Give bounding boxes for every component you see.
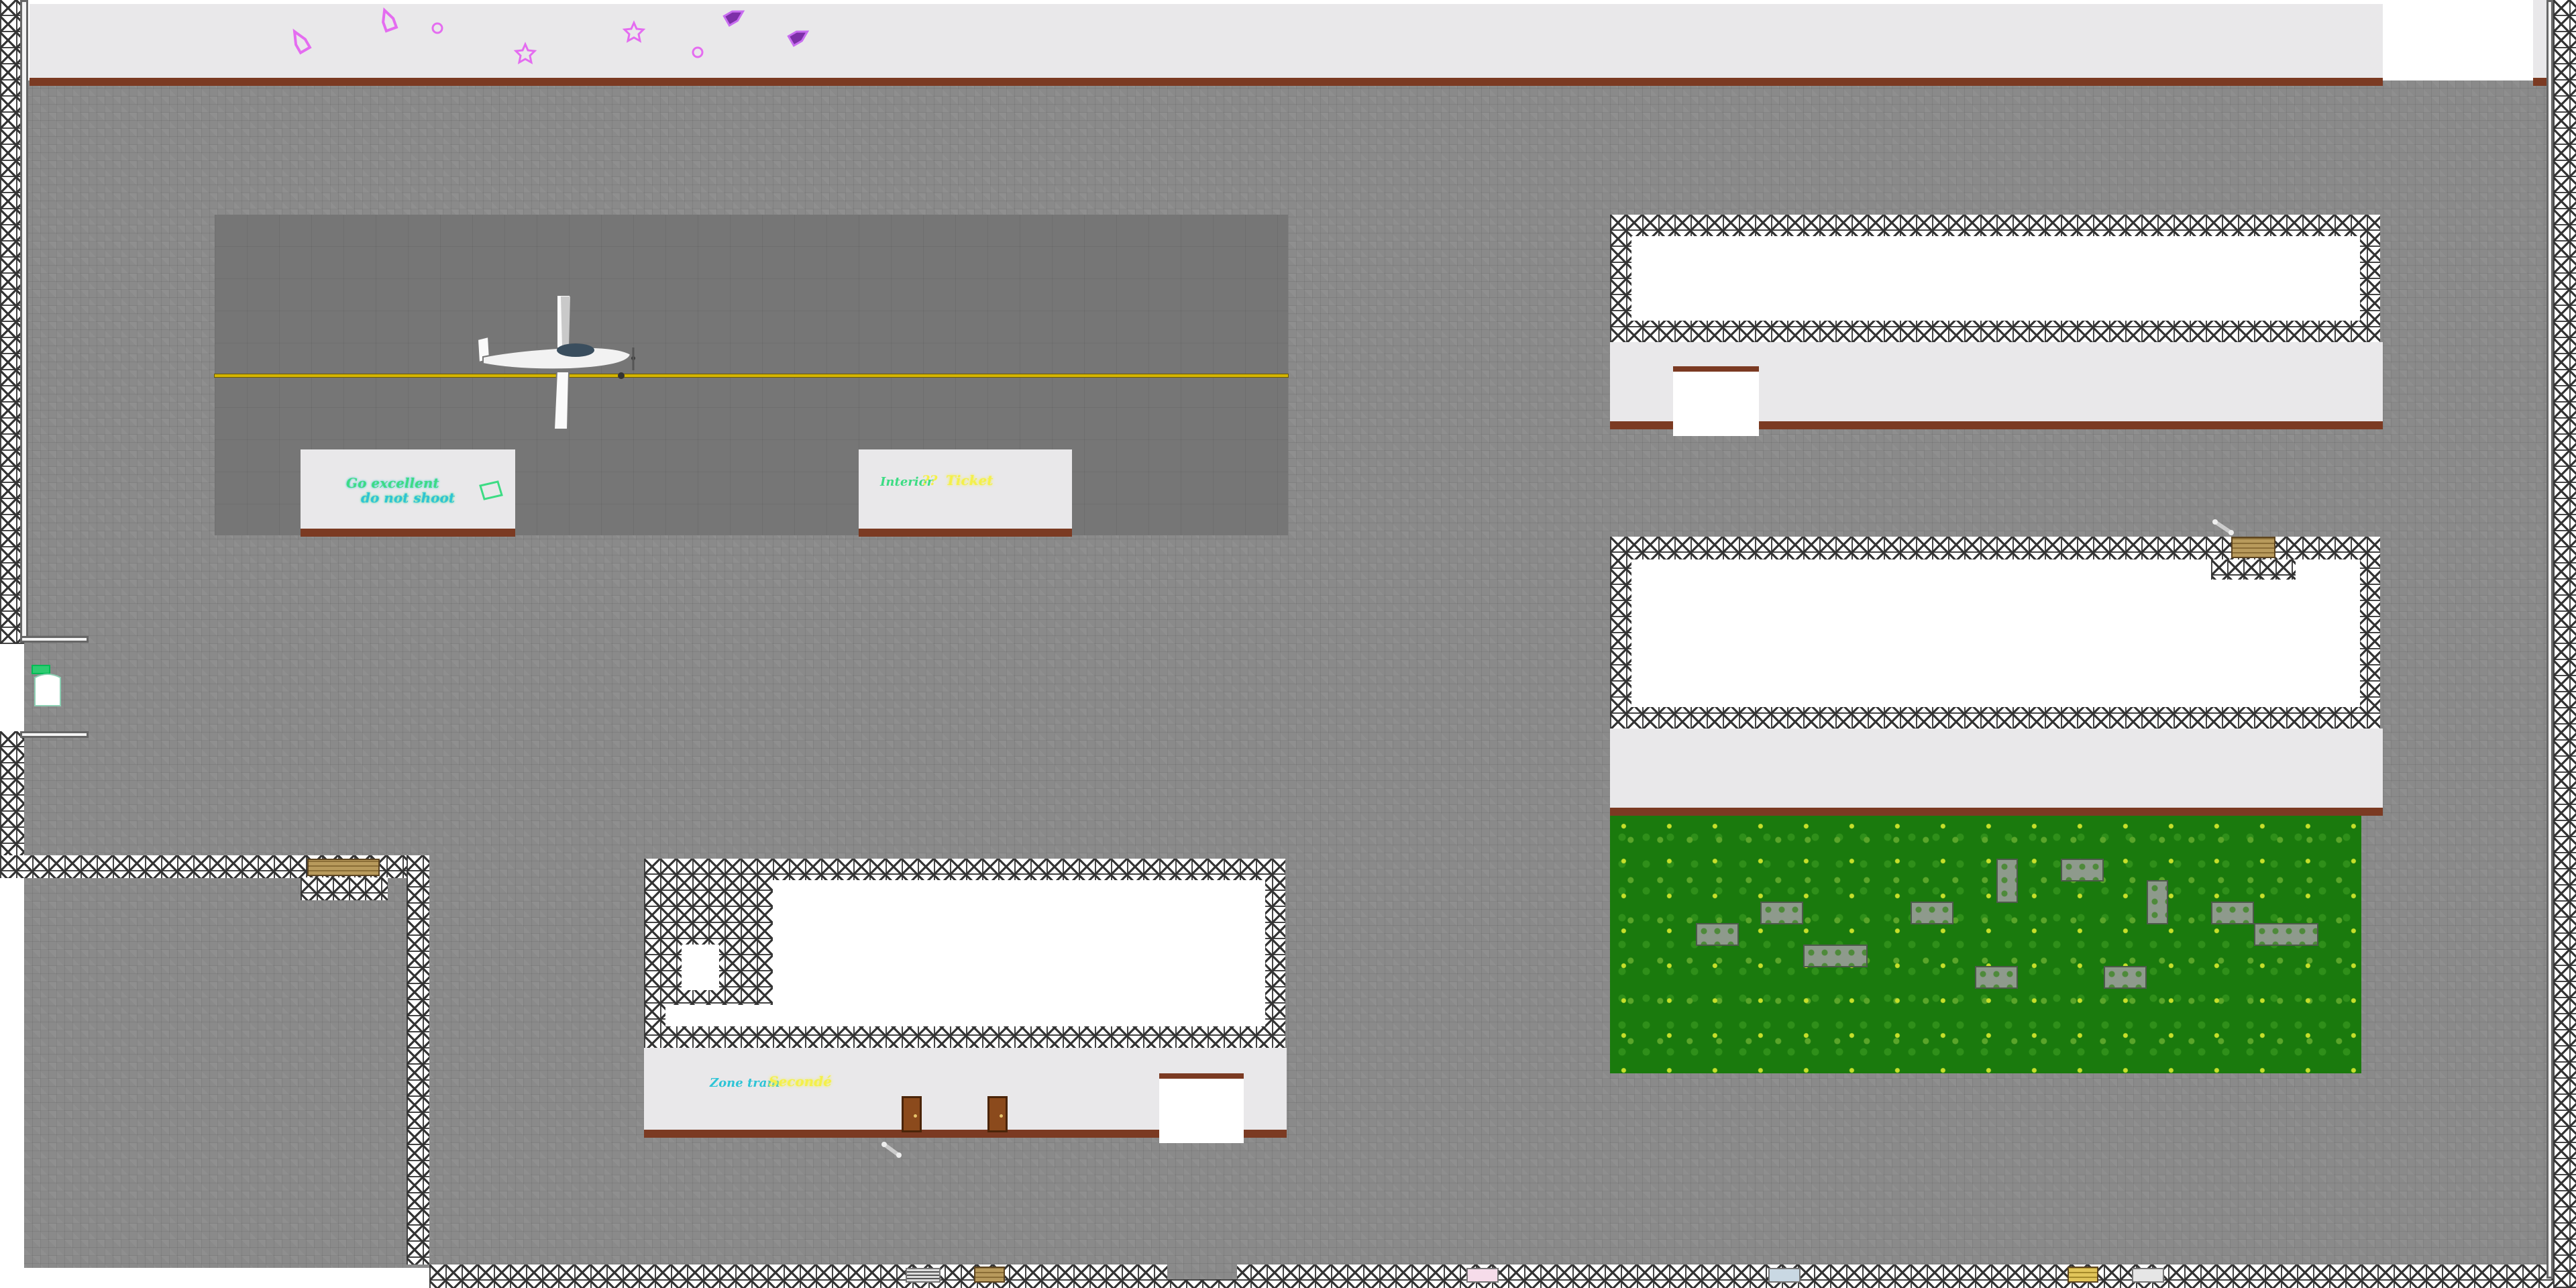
building-mid-right-interior (1631, 559, 2360, 707)
outer-wall-bottom (429, 1265, 2576, 1288)
outer-wall-ledge-step (301, 877, 388, 900)
outer-wall-inner-column (407, 855, 429, 1265)
garden-planter (1911, 902, 1953, 924)
sign-bottom-highlight: Secondé (769, 1073, 832, 1089)
collectibles-top[interactable] (0, 0, 2576, 80)
rocket-icon[interactable] (290, 28, 312, 55)
garden-planter (1996, 859, 2018, 903)
building-bottom-inner-room (682, 945, 719, 990)
garden-planter (2104, 966, 2147, 989)
garden-planter (1803, 945, 1868, 967)
sign-left-line2: do not shoot (361, 490, 455, 506)
building-bottom-doorway[interactable] (1159, 1073, 1244, 1143)
rocket-icon[interactable] (722, 7, 745, 27)
bottom-exit-gap[interactable] (1167, 1265, 1237, 1279)
floor-mat-blue[interactable] (1768, 1268, 1801, 1283)
airplane-icon[interactable] (470, 292, 644, 433)
garden-planter (2254, 923, 2318, 946)
door-knob (914, 1114, 917, 1118)
floor-mat-pink[interactable] (1466, 1268, 1499, 1283)
garden-planter (1975, 966, 2018, 989)
rocket-icon[interactable] (787, 27, 810, 47)
runway-shelf-right (859, 449, 1072, 537)
garden-planter (2211, 902, 2254, 924)
outer-wall-left-lower (0, 731, 24, 865)
door-icon[interactable] (987, 1096, 1008, 1132)
garden-planter (2147, 880, 2168, 924)
door-frame-bottom (20, 731, 89, 738)
door-knob (1000, 1114, 1003, 1118)
rocket-icon[interactable] (380, 7, 398, 33)
bag-icon[interactable] (478, 479, 504, 502)
crate-icon[interactable] (307, 859, 380, 876)
door-frame-top (20, 636, 89, 643)
star-icon[interactable] (513, 42, 537, 64)
inner-rail-right (2546, 0, 2553, 1279)
crate-icon[interactable] (2231, 537, 2275, 558)
sign-right-mid: ?? (922, 472, 938, 488)
building-bottom-interior-low (665, 1005, 1265, 1026)
exit-sign-icon[interactable] (31, 664, 64, 711)
building-upper-right-interior (1631, 236, 2360, 321)
sign-right-highlight: Ticket (946, 472, 994, 488)
inner-rail-left (20, 0, 28, 641)
star-icon[interactable] (692, 46, 704, 58)
garden-planter (1760, 902, 1803, 924)
sign-left-line1: Go excellent (346, 475, 439, 491)
building-upper-right-doorway[interactable] (1673, 366, 1759, 436)
outer-wall-right (2553, 0, 2576, 1288)
crate-icon[interactable] (2068, 1267, 2098, 1283)
star-icon[interactable] (431, 22, 443, 34)
building-mid-right-shelf (1610, 729, 2383, 816)
game-map: Go excellent do not shoot Interior ?? Ti… (0, 0, 2576, 1288)
crate-icon[interactable] (974, 1267, 1005, 1283)
garden-planter (1696, 923, 1739, 946)
garden-planter (2061, 859, 2104, 881)
star-icon[interactable] (622, 20, 646, 43)
floor-mat-grey[interactable] (2132, 1268, 2164, 1283)
door-icon[interactable] (902, 1096, 922, 1132)
bone-icon[interactable] (880, 1140, 904, 1161)
building-mid-right-notch (2211, 559, 2296, 580)
vent-grate (906, 1268, 941, 1283)
bone-icon[interactable] (2211, 518, 2238, 538)
runway-centerline (215, 374, 1288, 377)
